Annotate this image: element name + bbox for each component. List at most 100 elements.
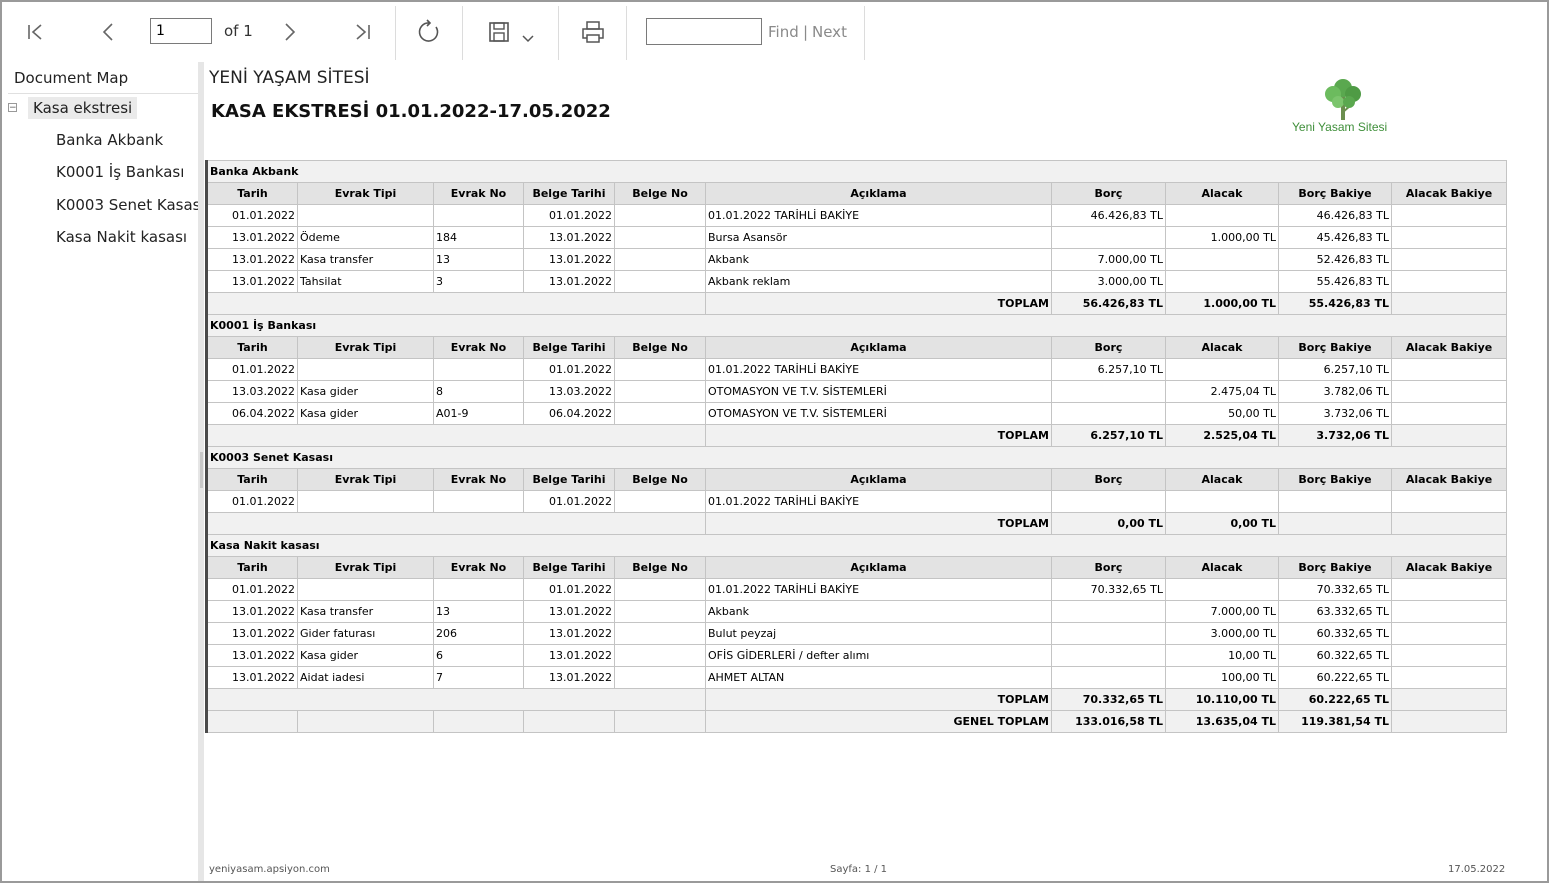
report-title: KASA EKSTRESİ 01.01.2022-17.05.2022 <box>211 101 611 122</box>
table-cell <box>1051 402 1166 425</box>
column-header: Belge No <box>614 468 706 491</box>
column-header: Alacak Bakiye <box>1390 182 1508 205</box>
table-cell <box>297 578 434 601</box>
save-dropdown-button[interactable] <box>518 22 538 54</box>
table-cell: 7.000,00 TL <box>1165 600 1279 623</box>
first-page-button[interactable] <box>22 16 50 48</box>
find-next-button[interactable]: Next <box>812 23 847 41</box>
column-header-row: Tarih Evrak Tipi Evrak No Belge Tarihi Belge… <box>205 182 1508 205</box>
column-header: Belge No <box>614 556 706 579</box>
table-cell <box>1165 204 1279 227</box>
table-row: 13.01.2022 Ödeme 184 13.01.2022 Bursa Asansö… <box>205 226 1508 249</box>
tree-item-banka-akbank[interactable]: Banka Akbank <box>56 131 163 149</box>
table-cell <box>614 578 706 601</box>
table-cell: 6.257,10 TL <box>1278 358 1392 381</box>
column-header: Alacak <box>1165 556 1279 579</box>
grand-total-spacer <box>297 710 434 733</box>
table-cell: 3.000,00 TL <box>1051 270 1166 293</box>
total-value: 0,00 TL <box>1051 512 1166 535</box>
table-cell: 13.01.2022 <box>523 666 615 689</box>
table-cell: AHMET ALTAN <box>705 666 1052 689</box>
table-cell: Bulut peyzaj <box>705 622 1052 645</box>
column-header: Belge No <box>614 182 706 205</box>
total-value: 0,00 TL <box>1165 512 1279 535</box>
table-cell: 100,00 TL <box>1165 666 1279 689</box>
total-label: TOPLAM <box>705 688 1052 711</box>
group-title: K0001 İş Bankası <box>204 314 1508 337</box>
table-cell <box>1390 270 1508 293</box>
group-title: K0003 Senet Kasası <box>204 446 1508 469</box>
table-cell: 60.222,65 TL <box>1278 666 1392 689</box>
column-header: Tarih <box>205 182 298 205</box>
refresh-button[interactable] <box>414 16 444 48</box>
grand-total-spacer <box>433 710 524 733</box>
table-cell <box>1390 666 1508 689</box>
column-header: Borç <box>1051 556 1166 579</box>
column-header: Evrak Tipi <box>297 336 434 359</box>
table-cell <box>1165 270 1279 293</box>
table-cell: 63.332,65 TL <box>1278 600 1392 623</box>
next-page-button[interactable] <box>276 16 304 48</box>
table-cell <box>614 380 706 403</box>
tree-item-senet-kasasi[interactable]: K0003 Senet Kasası <box>56 196 205 214</box>
table-cell <box>1051 666 1166 689</box>
page-number-input[interactable] <box>150 18 212 44</box>
last-page-button[interactable] <box>348 16 376 48</box>
table-cell: 13.01.2022 <box>523 270 615 293</box>
splitter-handle[interactable] <box>200 452 203 488</box>
tree-logo-icon <box>1325 79 1361 120</box>
table-cell: 55.426,83 TL <box>1278 270 1392 293</box>
grand-total-spacer <box>205 710 298 733</box>
table-cell: Akbank reklam <box>705 270 1052 293</box>
collapse-icon[interactable]: − <box>8 103 17 113</box>
find-input[interactable] <box>646 18 762 45</box>
save-icon <box>489 22 509 42</box>
table-cell: 13.01.2022 <box>523 226 615 249</box>
table-cell: 13.01.2022 <box>523 622 615 645</box>
print-button[interactable] <box>578 16 608 48</box>
page-count-label: of 1 <box>224 22 253 40</box>
tree-item-nakit-kasasi[interactable]: Kasa Nakit kasası <box>56 228 187 246</box>
total-label: TOPLAM <box>705 512 1052 535</box>
table-cell: 01.01.2022 TARİHLİ BAKİYE <box>705 578 1052 601</box>
toolbar: of 1 Find | Next <box>2 2 1547 62</box>
column-header: Alacak Bakiye <box>1390 336 1508 359</box>
tree-item-kasa-ekstresi[interactable]: Kasa ekstresi <box>28 97 138 119</box>
table-cell <box>1051 644 1166 667</box>
report-page: YENİ YAŞAM SİTESİ KASA EKSTRESİ 01.01.20… <box>204 62 1547 881</box>
statement-table: Banka Akbank Tarih Evrak Tipi Evrak No Belge… <box>204 160 1508 733</box>
table-cell: 3.782,06 TL <box>1278 380 1392 403</box>
group-header: K0003 Senet Kasası <box>204 446 1508 469</box>
total-label: TOPLAM <box>705 424 1052 447</box>
table-cell <box>297 204 434 227</box>
table-cell: 13.01.2022 <box>523 600 615 623</box>
table-cell: 10,00 TL <box>1165 644 1279 667</box>
tree-item-is-bankasi[interactable]: K0001 İş Bankası <box>56 163 184 181</box>
table-cell: Kasa gider <box>297 644 434 667</box>
table-cell: 184 <box>433 226 524 249</box>
table-cell <box>614 226 706 249</box>
save-button[interactable] <box>486 16 512 48</box>
column-header: Borç Bakiye <box>1278 336 1392 359</box>
table-cell <box>1051 380 1166 403</box>
toolbar-separator <box>462 6 463 60</box>
report-viewer-window: of 1 Find | Next Document Map − <box>0 0 1549 883</box>
column-header: Evrak No <box>433 556 524 579</box>
table-cell <box>1165 578 1279 601</box>
table-cell <box>1051 226 1166 249</box>
column-header-row: Tarih Evrak Tipi Evrak No Belge Tarihi Belge… <box>205 556 1508 579</box>
column-header: Tarih <box>205 468 298 491</box>
column-header: Belge Tarihi <box>523 182 615 205</box>
previous-page-button[interactable] <box>94 16 122 48</box>
total-value <box>1390 688 1508 711</box>
toolbar-separator <box>395 6 396 60</box>
column-header: Açıklama <box>705 336 1052 359</box>
grand-total-row: GENEL TOPLAM 133.016,58 TL 13.635,04 TL 119… <box>205 710 1508 733</box>
column-header: Evrak No <box>433 468 524 491</box>
column-header: Belge No <box>614 336 706 359</box>
table-cell: 52.426,83 TL <box>1278 248 1392 271</box>
find-button[interactable]: Find <box>768 23 799 41</box>
total-value <box>1390 512 1508 535</box>
total-value: 3.732,06 TL <box>1278 424 1392 447</box>
table-cell <box>297 358 434 381</box>
